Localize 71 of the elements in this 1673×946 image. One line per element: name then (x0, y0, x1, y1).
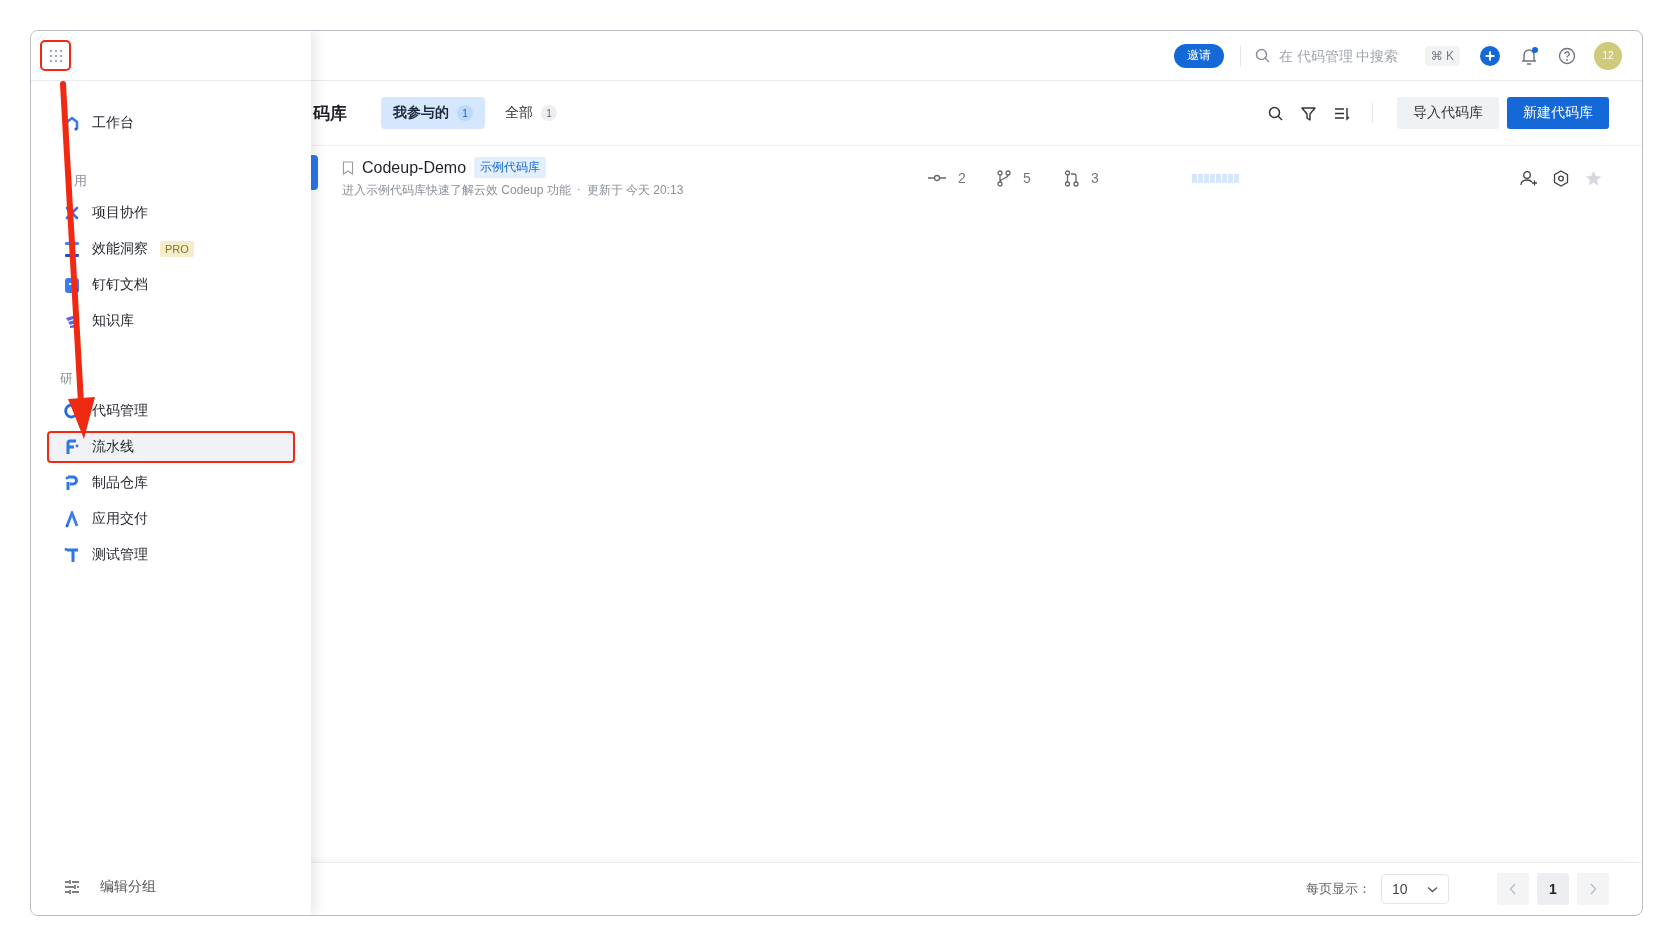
tab[interactable]: 全部 1 (493, 97, 569, 129)
nav-item[interactable]: 制品仓库 (47, 467, 295, 499)
stat-count: 2 (958, 170, 966, 186)
page-size-label: 每页显示： (1306, 880, 1371, 898)
sort-icon[interactable] (1334, 105, 1350, 121)
count-badge: 1 (541, 105, 557, 121)
repo-avatar (311, 155, 318, 190)
loading-placeholder (1192, 173, 1239, 183)
cross-icon (64, 204, 80, 222)
search-icon (1254, 48, 1270, 63)
nav-label: 钉钉文档 (92, 276, 148, 294)
section-title: 研 (59, 370, 74, 388)
nav-label: 项目协作 (92, 204, 148, 222)
repo-description: 进入示例代码库快速了解云效 Codeup 功能 (342, 182, 571, 199)
nav-label: 工作台 (92, 114, 134, 132)
pro-badge: PRO (160, 241, 194, 257)
import-button[interactable]: 导入代码库 (1397, 97, 1499, 129)
star-icon[interactable] (1585, 170, 1602, 186)
section-title: 用 (73, 172, 88, 190)
sliders-icon (64, 879, 80, 895)
merge-request-icon (1064, 169, 1079, 187)
letter-t-icon (64, 546, 80, 564)
repo-tag: 示例代码库 (474, 157, 547, 178)
count-badge: 1 (457, 105, 473, 121)
letter-p-icon (64, 474, 80, 492)
nav-item[interactable]: 效能洞察 PRO (47, 233, 295, 265)
help-icon[interactable] (1558, 46, 1576, 65)
separator-dot: · (576, 182, 581, 198)
shortcut-hint: ⌘ K (1424, 45, 1460, 66)
nav-label: 流水线 (92, 438, 134, 456)
plus-icon[interactable] (1480, 45, 1500, 66)
filter-icon[interactable] (1301, 105, 1316, 121)
invite-button[interactable]: 邀请 (1173, 43, 1224, 68)
nav-label: 代码管理 (92, 402, 148, 420)
branch-icon (996, 169, 1011, 187)
stat-count: 3 (1091, 170, 1099, 186)
page-button[interactable]: 1 (1537, 873, 1569, 905)
bookmark-icon (342, 160, 354, 175)
nav-label: 测试管理 (92, 546, 148, 564)
repo-name[interactable]: Codeup-Demo (362, 158, 467, 177)
letter-f-icon (64, 438, 80, 456)
letter-a-icon (64, 510, 80, 528)
chevron-down-icon (1427, 885, 1438, 893)
chevron-right-icon (1589, 883, 1597, 895)
nav-label: 效能洞察 (92, 240, 148, 258)
nav-label: 制品仓库 (92, 474, 148, 492)
nav-item[interactable]: 工作台 (47, 107, 295, 139)
page-size-select[interactable]: 10 (1381, 874, 1449, 904)
nav-item[interactable]: 应用交付 (47, 503, 295, 535)
tab[interactable]: 我参与的 1 (381, 97, 485, 129)
nav-item[interactable]: 流水线 (47, 431, 295, 463)
chevron-left-icon (1509, 883, 1517, 895)
edit-groups-button[interactable]: 编辑分组 (31, 859, 311, 915)
add-user-icon[interactable] (1520, 170, 1537, 186)
nav-item[interactable]: 钉钉文档 (47, 269, 295, 301)
commit-icon (928, 172, 946, 184)
apps-button[interactable] (40, 40, 71, 71)
create-button[interactable]: 新建代码库 (1507, 97, 1609, 129)
nav-item[interactable]: 项目协作 (47, 197, 295, 229)
nav-item[interactable]: 测试管理 (47, 539, 295, 571)
page-title: 码库 (313, 102, 347, 125)
grid-icon (48, 48, 63, 63)
nav-item[interactable]: 知识库 (47, 305, 295, 337)
nav-label: 应用交付 (92, 510, 148, 528)
i-beam-icon (64, 240, 80, 258)
updated-time: 更新于 今天 20:13 (586, 182, 684, 199)
settings-icon[interactable] (1553, 169, 1569, 187)
bell-icon[interactable] (1520, 46, 1538, 65)
search-icon[interactable] (1268, 105, 1283, 121)
stat-count: 5 (1023, 170, 1031, 186)
nav-label: 知识库 (92, 312, 134, 330)
